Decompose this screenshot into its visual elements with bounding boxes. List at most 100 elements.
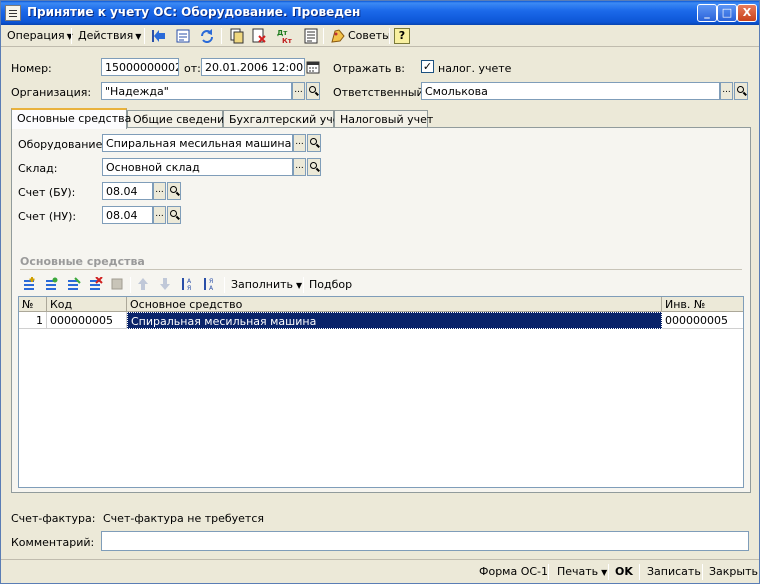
account-nu-select-button[interactable]: ... [153,206,166,224]
copy-row-icon[interactable] [44,277,59,291]
form-os1-button[interactable]: Форма ОС-1 [479,565,548,578]
print-button[interactable]: Печать ▼ [557,565,607,578]
table-cell-asset[interactable]: Спиральная месильная машина [127,312,662,329]
column-header-number[interactable]: № [19,297,47,312]
account-nu-field[interactable]: 08.04 [102,206,153,224]
statusbar-separator [548,564,549,580]
warehouse-field[interactable]: Основной склад [102,158,293,176]
view-icon[interactable] [175,28,191,44]
table-cell-code[interactable]: 000000005 [47,312,127,329]
end-edit-icon [111,278,123,290]
account-nu-label: Счет (НУ): [18,210,77,223]
toolbar: Операция ▼ Действия ▼ Дт Кт Советы ? [1,25,759,47]
svg-text:Кт: Кт [282,37,293,44]
ok-button[interactable]: OK [615,565,633,578]
delete-row-icon[interactable] [88,277,103,291]
account-bu-select-button[interactable]: ... [153,182,166,200]
grid-toolbar-separator [224,277,225,293]
tax-accounting-checkbox[interactable]: ✓ [421,60,434,73]
nav-left-icon[interactable] [151,28,167,44]
document-window: Принятие к учету ОС: Оборудование. Прове… [0,0,760,584]
search-icon [170,186,177,193]
equipment-field[interactable]: Спиральная месильная машина [102,134,293,152]
organization-select-button[interactable]: ... [292,82,305,100]
tips-icon[interactable] [330,28,346,44]
column-header-code[interactable]: Код [47,297,127,312]
close-button[interactable]: X [737,4,757,22]
search-icon [737,86,744,93]
dt-kt-icon[interactable]: ДтКт [277,28,293,44]
account-nu-search-button[interactable] [167,206,181,224]
invoice-value[interactable]: Счет-фактура не требуется [103,512,264,525]
tab-general[interactable]: Общие сведения [127,110,231,128]
comment-label: Комментарий: [11,536,95,549]
assets-table[interactable]: № Код Основное средство Инв. № 1 0000000… [18,296,744,488]
responsible-label: Ответственный: [333,86,428,99]
tab-tax[interactable]: Налоговый учет [334,110,433,128]
fill-button[interactable]: Заполнить ▼ [231,278,302,291]
svg-text:Я: Я [209,278,213,285]
equipment-label: Оборудование: [18,138,107,151]
account-bu-search-button[interactable] [167,182,181,200]
statusbar-separator [702,564,703,580]
equipment-select-button[interactable]: ... [293,134,306,152]
toolbar-separator [323,28,324,44]
svg-text:A: A [187,278,192,285]
account-bu-field[interactable]: 08.04 [102,182,153,200]
copy-icon[interactable] [229,28,245,44]
window-title: Принятие к учету ОС: Оборудование. Прове… [27,5,361,19]
maximize-button[interactable]: □ [717,4,737,22]
help-icon[interactable]: ? [394,28,410,44]
comment-field[interactable] [101,531,749,551]
save-button[interactable]: Записать [647,565,701,578]
edit-row-icon[interactable] [66,277,81,291]
grid-toolbar-separator [130,277,131,293]
table-cell-number[interactable]: 1 [19,312,47,329]
responsible-search-button[interactable] [734,82,748,100]
warehouse-select-button[interactable]: ... [293,158,306,176]
tips-button[interactable]: Советы [348,29,391,42]
equipment-search-button[interactable] [307,134,321,152]
table-cell-inventory[interactable]: 000000005 [662,312,743,329]
close-form-button[interactable]: Закрыть [709,565,758,578]
column-header-inventory[interactable]: Инв. № [662,297,743,312]
tab-panel: Оборудование: Спиральная месильная машин… [11,127,751,493]
svg-text:Дт: Дт [277,29,288,37]
column-header-asset[interactable]: Основное средство [127,297,662,312]
toolbar-separator [71,28,72,44]
invoice-label: Счет-фактура: [11,512,96,525]
minimize-button[interactable]: _ [697,4,717,22]
section-title: Основные средства [20,255,145,268]
tax-checkbox-label: налог. учете [438,62,512,75]
list-icon[interactable] [303,28,319,44]
search-icon [309,86,316,93]
responsible-field[interactable]: Смолькова [421,82,720,100]
sort-asc-icon[interactable]: AЯ [180,277,195,291]
number-field[interactable]: 15000000002 [101,58,179,76]
delete-icon[interactable] [251,28,267,44]
refresh-icon[interactable] [199,28,215,44]
toolbar-separator [221,28,222,44]
search-icon [310,138,317,145]
add-row-icon[interactable] [22,277,37,291]
actions-menu[interactable]: Действия ▼ [78,29,141,42]
toolbar-separator [389,28,390,44]
warehouse-search-button[interactable] [307,158,321,176]
grid-toolbar-separator [303,277,304,293]
tab-accounting[interactable]: Бухгалтерский учет [223,110,346,128]
operation-menu[interactable]: Операция ▼ [7,29,73,42]
move-up-icon [138,278,148,290]
toolbar-separator [144,28,145,44]
organization-search-button[interactable] [306,82,320,100]
sort-desc-icon[interactable]: ЯA [202,277,217,291]
search-icon [170,210,177,217]
responsible-select-button[interactable]: ... [720,82,733,100]
svg-text:Я: Я [187,285,191,291]
organization-field[interactable]: "Надежда" [101,82,292,100]
calendar-icon[interactable] [306,59,320,75]
pick-button[interactable]: Подбор [309,278,352,291]
organization-label: Организация: [11,86,92,99]
tab-fixed-assets[interactable]: Основные средства [11,108,131,129]
status-bar: Форма ОС-1 Печать ▼ OK Записать Закрыть [1,559,759,583]
date-field[interactable]: 20.01.2006 12:00:00 [201,58,305,76]
